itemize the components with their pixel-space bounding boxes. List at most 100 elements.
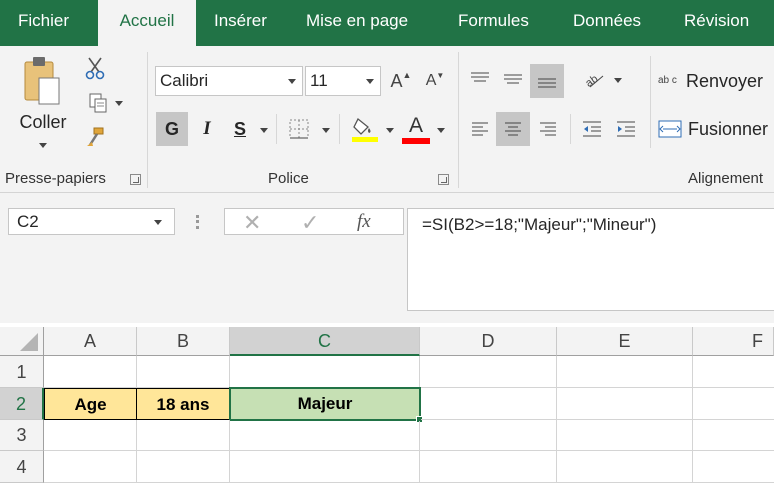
cell-b2[interactable]: 18 ans xyxy=(137,388,230,420)
font-color-icon: A xyxy=(408,114,423,137)
format-painter-button[interactable] xyxy=(82,124,108,150)
select-all-corner[interactable] xyxy=(0,327,44,356)
align-right-button[interactable] xyxy=(534,112,562,146)
cell-d3[interactable] xyxy=(420,420,557,451)
tab-mise-en-page[interactable]: Mise en page xyxy=(306,0,408,46)
borders-button[interactable] xyxy=(286,116,312,142)
cell-a1[interactable] xyxy=(44,356,137,388)
shrink-font-button[interactable]: A ▼ xyxy=(420,66,450,96)
align-top-button[interactable] xyxy=(466,64,494,94)
orientation-button[interactable]: ab xyxy=(578,64,610,94)
cell-b1[interactable] xyxy=(137,356,230,388)
fill-color-dropdown-caret[interactable] xyxy=(386,128,394,133)
wrap-text-label: Renvoyer xyxy=(686,70,764,91)
cell-c4[interactable] xyxy=(230,451,420,483)
align-center-button[interactable] xyxy=(496,112,530,146)
borders-dropdown-caret[interactable] xyxy=(322,128,330,133)
paste-label: Coller xyxy=(19,112,67,132)
cell-a2[interactable]: Age xyxy=(44,388,137,420)
paste-button[interactable]: Coller xyxy=(10,54,76,156)
cancel-icon[interactable]: ✕ xyxy=(243,210,261,236)
cell-f2[interactable] xyxy=(693,388,774,420)
cell-e2[interactable] xyxy=(557,388,693,420)
font-name-select[interactable]: Calibri xyxy=(155,66,303,96)
row-header-3[interactable]: 3 xyxy=(0,420,44,451)
cell-b4[interactable] xyxy=(137,451,230,483)
increase-indent-button[interactable] xyxy=(612,112,640,146)
column-header-c[interactable]: C xyxy=(230,327,420,356)
align-left-button[interactable] xyxy=(466,112,494,146)
clipboard-dialog-launcher[interactable] xyxy=(130,174,141,185)
merge-center-button[interactable]: Fusionner xyxy=(658,112,774,146)
bold-button[interactable]: G xyxy=(156,112,188,146)
cell-a4[interactable] xyxy=(44,451,137,483)
cell-e1[interactable] xyxy=(557,356,693,388)
tab-inserer[interactable]: Insérer xyxy=(214,0,267,46)
cut-button[interactable] xyxy=(82,54,108,82)
caret-down-icon: ▼ xyxy=(436,70,445,80)
column-header-b[interactable]: B xyxy=(137,327,230,356)
column-header-d[interactable]: D xyxy=(420,327,557,356)
font-size-select[interactable]: 11 xyxy=(305,66,381,96)
grow-font-button[interactable]: A ▲ xyxy=(388,66,414,96)
font-group-label: Police xyxy=(268,170,309,187)
font-color-button[interactable]: A xyxy=(400,110,432,148)
cell-d1[interactable] xyxy=(420,356,557,388)
enter-check-icon[interactable]: ✓ xyxy=(301,210,319,236)
formula-input[interactable]: =SI(B2>=18;"Majeur";"Mineur") xyxy=(407,208,774,311)
name-box[interactable]: C2 xyxy=(8,208,175,235)
italic-button[interactable]: I xyxy=(193,112,221,146)
align-top-icon xyxy=(471,72,489,82)
cell-c3[interactable] xyxy=(230,421,420,451)
clipboard-group-label: Presse-papiers xyxy=(5,170,106,187)
orientation-dropdown-caret[interactable] xyxy=(614,78,622,83)
underline-button[interactable]: S xyxy=(227,112,253,146)
cell-a3[interactable] xyxy=(44,420,137,451)
cell-d4[interactable] xyxy=(420,451,557,483)
insert-function-icon[interactable]: fx xyxy=(357,211,371,233)
column-header-a[interactable]: A xyxy=(44,327,137,356)
cell-f1[interactable] xyxy=(693,356,774,388)
cell-d2[interactable] xyxy=(421,388,557,420)
font-name-value: Calibri xyxy=(160,71,209,90)
merge-cells-icon xyxy=(658,120,682,138)
increase-indent-icon xyxy=(617,121,635,137)
row-header-4[interactable]: 4 xyxy=(0,451,44,483)
tab-formules[interactable]: Formules xyxy=(458,0,529,46)
cell-f3[interactable] xyxy=(693,420,774,451)
tab-donnees[interactable]: Données xyxy=(573,0,641,46)
group-separator xyxy=(650,56,651,148)
cell-e3[interactable] xyxy=(557,420,693,451)
tab-fichier[interactable]: Fichier xyxy=(18,0,69,46)
text-orientation-icon: ab xyxy=(583,73,604,90)
font-size-value: 11 xyxy=(310,71,328,90)
chevron-down-icon[interactable] xyxy=(154,220,162,225)
align-middle-button[interactable] xyxy=(499,64,527,94)
cell-b3[interactable] xyxy=(137,420,230,451)
cell-e4[interactable] xyxy=(557,451,693,483)
cell-f4[interactable] xyxy=(693,451,774,483)
row-header-1[interactable]: 1 xyxy=(0,356,44,388)
formula-bar-splitter[interactable] xyxy=(196,215,200,229)
copy-dropdown-caret xyxy=(115,100,123,106)
cell-c2[interactable]: Majeur xyxy=(229,387,421,421)
align-bottom-button[interactable] xyxy=(530,64,564,98)
wrap-text-button[interactable]: ab c Renvoyer xyxy=(658,66,774,96)
font-color-dropdown-caret[interactable] xyxy=(437,128,445,133)
copy-button[interactable] xyxy=(82,90,128,116)
group-separator xyxy=(570,114,571,144)
tab-accueil[interactable]: Accueil xyxy=(98,0,196,46)
align-right-icon xyxy=(540,122,556,136)
grow-font-icon: A xyxy=(390,70,403,91)
tab-revision[interactable]: Révision xyxy=(684,0,749,46)
font-dialog-launcher[interactable] xyxy=(438,174,449,185)
fill-color-button[interactable] xyxy=(349,112,381,146)
scissors-icon xyxy=(85,57,105,80)
underline-dropdown-caret[interactable] xyxy=(260,128,268,133)
worksheet-grid: A B C D E F 1 2 3 4 Age 18 ans Majeur xyxy=(0,323,774,483)
column-header-e[interactable]: E xyxy=(557,327,693,356)
column-header-f[interactable]: F xyxy=(693,327,774,356)
row-header-2[interactable]: 2 xyxy=(0,388,44,420)
decrease-indent-button[interactable] xyxy=(578,112,606,146)
cell-c1[interactable] xyxy=(230,356,420,388)
